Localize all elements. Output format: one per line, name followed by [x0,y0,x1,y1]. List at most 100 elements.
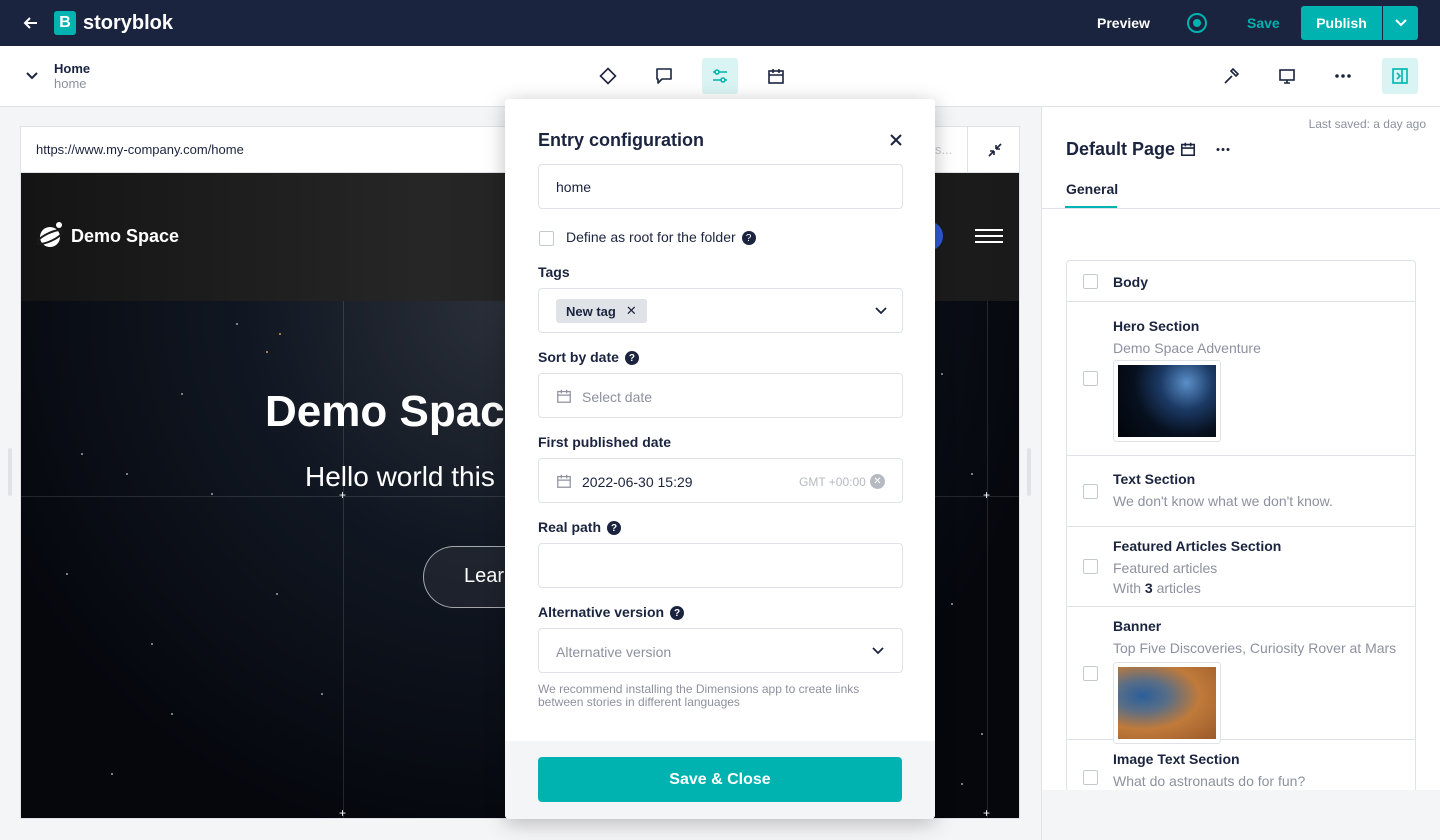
tag-label: New tag [566,303,616,319]
bottom-fade [1041,790,1440,840]
publish-label: Publish [1316,15,1367,31]
more-options-icon[interactable] [1325,58,1361,94]
publish-options-button[interactable] [1383,6,1418,40]
sort-date-placeholder: Select date [582,389,653,405]
storyblok-logo[interactable]: B storyblok [54,11,173,35]
tags-label: Tags [538,264,570,280]
list-item[interactable]: Body [1067,261,1415,302]
preview-button[interactable]: Preview [1097,15,1150,31]
preview-url[interactable]: https://www.my-company.com/home [36,142,244,157]
alt-version-select[interactable]: Alternative version [538,628,903,673]
hero-subtitle: Hello world this [305,461,495,492]
alt-version-placeholder: Alternative version [556,644,672,660]
chevron-down-icon[interactable] [24,68,40,84]
chevron-down-icon [872,647,884,655]
back-arrow-icon[interactable] [20,12,42,34]
help-icon[interactable]: ? [670,606,685,621]
tab-general[interactable]: General [1066,181,1118,197]
alt-version-label: Alternative version? [538,604,685,621]
story-title: Home [54,61,91,76]
block-subtitle: Demo Space Adventure [1113,340,1261,356]
comments-icon[interactable] [646,58,682,94]
close-icon[interactable] [885,129,907,151]
toggle-sidebar-icon[interactable] [1382,58,1418,94]
block-checkbox[interactable] [1083,371,1098,386]
block-subtitle: What do astronauts do for fun? [1113,773,1306,789]
block-subtitle: Featured articles [1113,560,1218,576]
resize-handle-left[interactable] [8,448,12,496]
block-subtitle: We don't know what we don't know. [1113,493,1333,509]
planet-icon [37,222,64,247]
save-close-button[interactable]: Save & Close [538,757,902,802]
block-checkbox[interactable] [1083,559,1098,574]
help-icon[interactable]: ? [624,351,639,366]
root-checkbox[interactable] [539,231,554,246]
guide-plus: + [983,488,991,502]
block-checkbox[interactable] [1083,274,1098,289]
chevron-down-icon[interactable] [875,307,887,315]
guide-plus: + [983,806,991,819]
layout-guide [343,301,344,818]
first-published-field[interactable]: 2022-06-30 15:29 GMT +00:00 ✕ [538,458,903,503]
dev-tools-icon[interactable] [1213,58,1249,94]
last-saved: Last saved: a day ago [1308,117,1426,131]
article-count: 3 [1144,580,1153,596]
layout-guide [987,301,988,818]
block-title: Text Section [1113,471,1196,487]
block-title: Body [1113,274,1148,290]
block-title: Hero Section [1113,318,1200,334]
schedule-icon[interactable] [758,58,794,94]
help-icon[interactable]: ? [741,231,756,246]
story-slug: home [54,76,87,91]
url-hint: s... [935,142,953,157]
tag-chip: New tag ✕ [556,299,647,323]
name-field[interactable]: home [538,164,903,209]
modal-title: Entry configuration [538,130,704,150]
list-item[interactable]: Featured Articles Section Featured artic… [1067,527,1415,607]
block-title: Featured Articles Section [1113,538,1282,554]
name-value: home [556,179,592,195]
real-path-field[interactable] [538,543,903,588]
root-label: Define as root for the folder? [566,229,756,246]
calendar-icon [557,389,571,403]
more-options-icon[interactable] [1211,139,1235,159]
desktop-view-icon[interactable] [1269,58,1305,94]
schedule-icon[interactable] [1178,139,1198,159]
clear-date-icon[interactable]: ✕ [870,474,885,489]
list-item[interactable]: Hero Section Demo Space Adventure [1067,302,1415,456]
publish-button[interactable]: Publish [1301,6,1382,40]
resize-handle-right[interactable] [1027,448,1031,496]
block-checkbox[interactable] [1083,484,1098,499]
chevron-down-icon [1394,19,1407,27]
content-type-title: Default Page [1066,139,1176,159]
collapse-icon[interactable] [967,127,1019,173]
entry-config-icon[interactable] [702,58,738,94]
entry-config-modal: Entry configuration home Define as root … [505,99,935,819]
block-image [1113,360,1221,442]
block-checkbox[interactable] [1083,770,1098,785]
visual-editor-status-icon[interactable] [1187,13,1207,33]
block-checkbox[interactable] [1083,666,1098,681]
save-close-label: Save & Close [669,770,771,788]
top-bar: B storyblok Preview Save Publish [0,0,1440,46]
site-logo[interactable]: Demo Space [37,221,179,251]
tags-select[interactable]: New tag ✕ [538,288,903,333]
hero-button-label: Lear [464,565,505,587]
list-item[interactable]: Banner Top Five Discoveries, Curiosity R… [1067,607,1415,744]
hamburger-menu-icon[interactable] [975,229,1003,245]
list-item[interactable]: Text Section We don't know what we don't… [1067,456,1415,527]
help-icon[interactable]: ? [607,521,622,536]
sort-date-field[interactable]: Select date [538,373,903,418]
timezone-label: GMT +00:00 [799,475,866,489]
block-title: Image Text Section [1113,751,1240,767]
hero-title: Demo Spac [265,387,505,436]
first-published-label: First published date [538,434,672,450]
guide-plus: + [339,806,347,819]
save-button[interactable]: Save [1247,15,1280,31]
dimensions-hint: We recommend installing the Dimensions a… [538,682,860,709]
block-image [1113,662,1221,744]
content-panel: Last saved: a day ago Default Page Gener… [1041,107,1440,840]
calendar-icon [557,474,571,488]
remove-tag-icon[interactable]: ✕ [626,303,637,319]
block-icon[interactable] [590,58,626,94]
